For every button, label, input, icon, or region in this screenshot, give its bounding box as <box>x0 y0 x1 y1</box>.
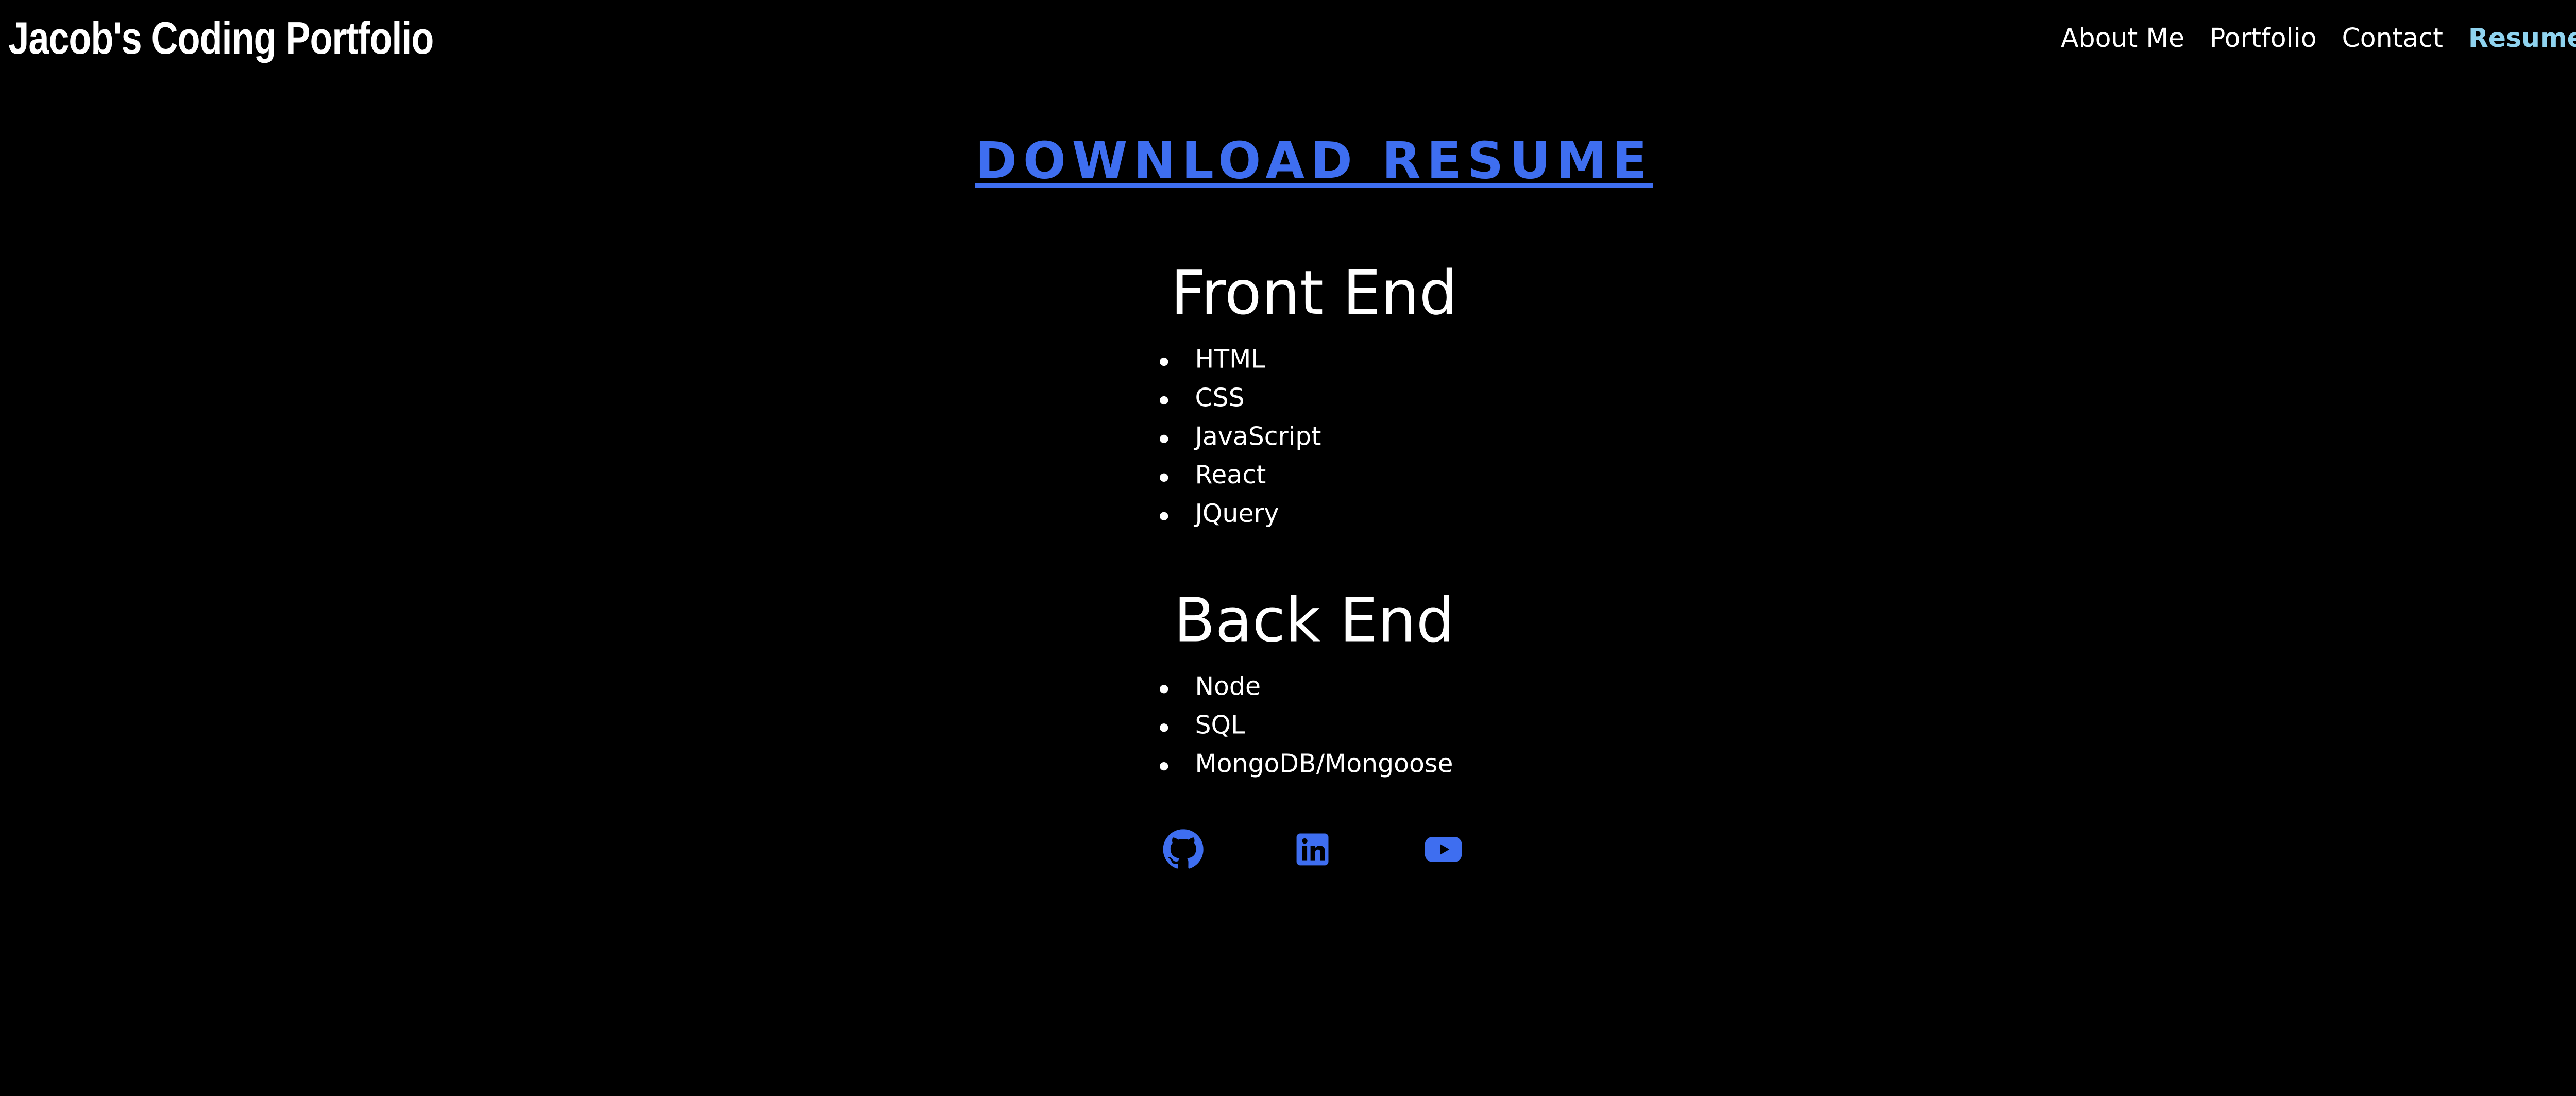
nav-about-me[interactable]: About Me <box>2061 20 2184 57</box>
github-icon <box>1163 829 1204 869</box>
back-end-heading: Back End <box>1174 587 1455 656</box>
list-item: JQuery <box>1158 495 1321 534</box>
linkedin-link[interactable] <box>1292 829 1332 869</box>
list-item: MongoDB/Mongoose <box>1158 745 1453 784</box>
site-brand: Jacob's Coding Portfolio <box>8 13 434 64</box>
list-item: SQL <box>1158 706 1453 745</box>
list-item: JavaScript <box>1158 418 1321 457</box>
back-end-list: Node SQL MongoDB/Mongoose <box>1158 668 1453 784</box>
page: Jacob's Coding Portfolio About Me Portfo… <box>0 0 2576 1096</box>
main-nav: About Me Portfolio Contact Resume <box>2061 20 2576 57</box>
nav-contact[interactable]: Contact <box>2342 20 2443 57</box>
nav-resume[interactable]: Resume <box>2468 20 2576 57</box>
youtube-icon <box>1425 836 1462 862</box>
front-end-list: HTML CSS JavaScript React JQuery <box>1158 341 1321 534</box>
list-item: HTML <box>1158 341 1321 379</box>
github-link[interactable] <box>1163 829 1204 869</box>
download-resume-link[interactable]: DOWNLOAD RESUME <box>975 132 1653 191</box>
download-resume-container: DOWNLOAD RESUME <box>0 129 2576 196</box>
front-end-heading: Front End <box>1171 260 1458 329</box>
nav-portfolio[interactable]: Portfolio <box>2210 20 2317 57</box>
youtube-link[interactable] <box>1423 829 1464 869</box>
list-item: Node <box>1158 668 1453 707</box>
linkedin-icon <box>1296 833 1329 866</box>
list-item: CSS <box>1158 379 1321 418</box>
site-header: Jacob's Coding Portfolio About Me Portfo… <box>0 0 2576 80</box>
list-item: React <box>1158 457 1321 495</box>
